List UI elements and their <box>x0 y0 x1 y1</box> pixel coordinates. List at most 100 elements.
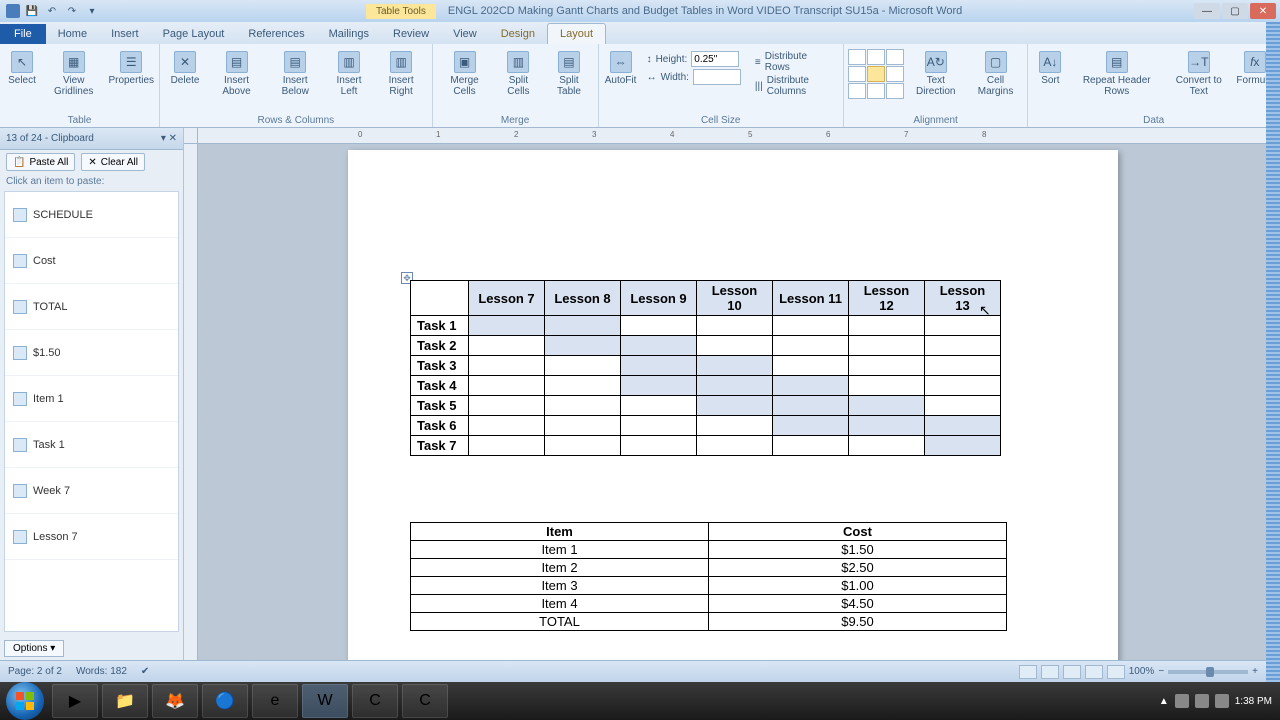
tab-references[interactable]: References <box>236 24 316 44</box>
zoom-slider[interactable]: − + <box>1158 666 1258 677</box>
zoom-out-icon[interactable]: − <box>1158 666 1164 677</box>
tab-home[interactable]: Home <box>46 24 99 44</box>
clear-all-button[interactable]: ✕Clear All <box>81 153 145 171</box>
select-button[interactable]: ↖Select <box>4 49 40 88</box>
tray-up-icon[interactable]: ▲ <box>1159 696 1169 707</box>
undo-icon[interactable]: ↶ <box>44 3 60 19</box>
alignment-grid[interactable] <box>848 49 904 99</box>
contextual-tab-label: Table Tools <box>366 4 436 19</box>
gantt-header[interactable]: Lesson 9 <box>621 281 697 316</box>
autofit-button[interactable]: ⇔AutoFit <box>603 49 639 88</box>
status-words[interactable]: Words: 182 <box>76 666 127 677</box>
save-icon[interactable]: 💾 <box>24 3 40 19</box>
gantt-header[interactable]: Lesson 10 <box>697 281 773 316</box>
sort-button[interactable]: A↓Sort <box>1032 49 1068 88</box>
table-row: Task 5 <box>411 396 1001 416</box>
horizontal-ruler[interactable]: 012345678 <box>198 128 1266 144</box>
page[interactable]: ✥ Lesson 7 Lesson 8 Lesson 9 Lesson 10 L… <box>348 150 1118 660</box>
proofing-icon[interactable]: ✔ <box>141 666 149 677</box>
split-table-button[interactable]: ▤Split Table <box>544 49 593 99</box>
gantt-header[interactable]: Lesson 11 <box>773 281 849 316</box>
tab-insert[interactable]: Insert <box>99 24 151 44</box>
start-button[interactable] <box>6 682 44 720</box>
delete-button[interactable]: ✕Delete <box>164 49 206 88</box>
insert-below-button[interactable]: ▤Insert Below <box>267 49 323 99</box>
view-print-layout[interactable] <box>1019 665 1037 679</box>
merge-cells-button[interactable]: ▣Merge Cells <box>437 49 493 99</box>
clipboard-item[interactable]: Item 1 <box>5 376 178 422</box>
minimize-button[interactable]: — <box>1194 3 1220 19</box>
insert-right-icon: ▥ <box>390 51 412 73</box>
insert-above-button[interactable]: ▤Insert Above <box>208 49 265 99</box>
zoom-in-icon[interactable]: + <box>1252 666 1258 677</box>
budget-table[interactable]: ItemCost Item 1$1.50 Item 2$2.50 Item 3$… <box>410 522 1007 631</box>
height-input[interactable] <box>691 51 739 67</box>
clipboard-item[interactable]: Task 1 <box>5 422 178 468</box>
taskbar-camtasia[interactable]: C <box>352 684 398 718</box>
distribute-columns-button[interactable]: |||Distribute Columns <box>755 75 833 97</box>
clipboard-item[interactable]: Week 7 <box>5 468 178 514</box>
quick-access-toolbar: 💾 ↶ ↷ ▾ <box>0 3 106 19</box>
close-button[interactable]: ✕ <box>1250 3 1276 19</box>
options-button[interactable]: Options ▾ <box>4 640 64 657</box>
insert-right-button[interactable]: ▥Insert Right <box>375 49 428 99</box>
split-cells-button[interactable]: ▥Split Cells <box>494 49 542 99</box>
repeat-header-button[interactable]: ▤Repeat Header Rows <box>1070 49 1163 99</box>
taskbar-ie[interactable]: e <box>252 684 298 718</box>
gantt-table[interactable]: Lesson 7 Lesson 8 Lesson 9 Lesson 10 Les… <box>410 280 1001 456</box>
clipboard-list: SCHEDULE Cost TOTAL $1.50 Item 1 Task 1 … <box>4 191 179 632</box>
text-direction-button[interactable]: A↻Text Direction <box>906 49 966 99</box>
taskbar-firefox[interactable]: 🦊 <box>152 684 198 718</box>
gantt-header[interactable]: Lesson 12 <box>849 281 925 316</box>
tray-network-icon[interactable] <box>1195 694 1209 708</box>
autofit-icon: ⇔ <box>610 51 632 73</box>
budget-head-item[interactable]: Item <box>411 523 709 541</box>
clipboard-item[interactable]: $1.50 <box>5 330 178 376</box>
view-draft[interactable] <box>1107 665 1125 679</box>
properties-button[interactable]: ☰Properties <box>107 49 155 88</box>
view-fullscreen[interactable] <box>1041 665 1059 679</box>
taskbar-word[interactable]: W <box>302 684 348 718</box>
gantt-corner[interactable] <box>411 281 469 316</box>
taskbar-media-player[interactable]: ▶ <box>52 684 98 718</box>
view-web[interactable] <box>1063 665 1081 679</box>
distribute-rows-button[interactable]: ≡Distribute Rows <box>755 51 833 73</box>
tab-view[interactable]: View <box>441 24 489 44</box>
view-outline[interactable] <box>1085 665 1103 679</box>
table-row: Task 1 <box>411 316 1001 336</box>
taskbar-chrome[interactable]: 🔵 <box>202 684 248 718</box>
paste-all-button[interactable]: 📋Paste All <box>6 153 75 171</box>
maximize-button[interactable]: ▢ <box>1222 3 1248 19</box>
clipboard-item[interactable]: TOTAL <box>5 284 178 330</box>
status-page[interactable]: Page: 2 of 2 <box>8 666 62 677</box>
tab-layout[interactable]: Layout <box>547 23 606 44</box>
tab-design[interactable]: Design <box>489 24 547 44</box>
insert-left-button[interactable]: ▥Insert Left <box>325 49 372 99</box>
taskbar-explorer[interactable]: 📁 <box>102 684 148 718</box>
clipboard-item[interactable]: Cost <box>5 238 178 284</box>
taskbar-camtasia-rec[interactable]: C <box>402 684 448 718</box>
budget-head-cost[interactable]: Cost <box>709 523 1007 541</box>
vertical-ruler[interactable] <box>184 144 198 660</box>
tray-volume-icon[interactable] <box>1215 694 1229 708</box>
view-gridlines-button[interactable]: ▦View Gridlines <box>42 49 105 99</box>
redo-icon[interactable]: ↷ <box>64 3 80 19</box>
gantt-header[interactable]: Lesson 13 <box>925 281 1001 316</box>
tab-page-layout[interactable]: Page Layout <box>151 24 237 44</box>
cell-margins-button[interactable]: ▢Cell Margins <box>968 49 1024 99</box>
width-input[interactable] <box>693 69 741 85</box>
tab-mailings[interactable]: Mailings <box>317 24 381 44</box>
tray-flag-icon[interactable] <box>1175 694 1189 708</box>
zoom-level[interactable]: 100% <box>1129 666 1155 677</box>
qat-more-icon[interactable]: ▾ <box>84 3 100 19</box>
cursor-icon: ↖ <box>11 51 33 73</box>
clipboard-item[interactable]: Lesson 7 <box>5 514 178 560</box>
tab-review[interactable]: Review <box>381 24 441 44</box>
file-tab[interactable]: File <box>0 24 46 44</box>
clipboard-item[interactable]: SCHEDULE <box>5 192 178 238</box>
clock[interactable]: 1:38 PM <box>1235 696 1272 707</box>
convert-text-button[interactable]: →TConvert to Text <box>1165 49 1232 99</box>
gantt-header[interactable]: Lesson 8 <box>545 281 621 316</box>
clipboard-close-icon[interactable]: ▾ ✕ <box>161 133 177 144</box>
gantt-header[interactable]: Lesson 7 <box>469 281 545 316</box>
